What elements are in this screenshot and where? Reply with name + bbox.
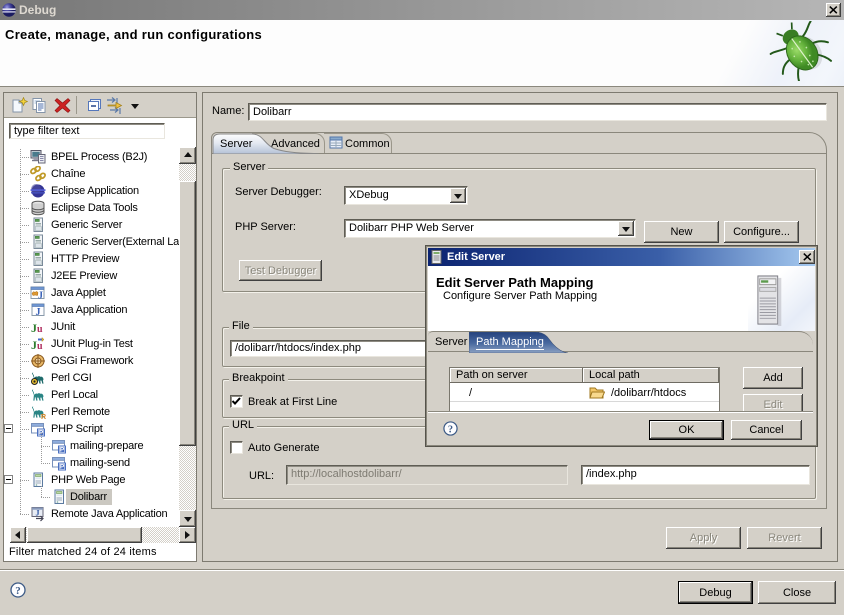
- svg-text:?: ?: [448, 424, 453, 435]
- svg-text:u: u: [37, 341, 43, 352]
- svg-text:P: P: [60, 464, 65, 471]
- svg-text:R: R: [41, 414, 46, 420]
- svg-text:u: u: [37, 324, 43, 335]
- svg-text:J: J: [38, 291, 43, 302]
- svg-text:?: ?: [15, 585, 21, 597]
- svg-text:J: J: [36, 307, 41, 318]
- svg-text:P: P: [60, 447, 65, 454]
- svg-text:J: J: [36, 509, 40, 518]
